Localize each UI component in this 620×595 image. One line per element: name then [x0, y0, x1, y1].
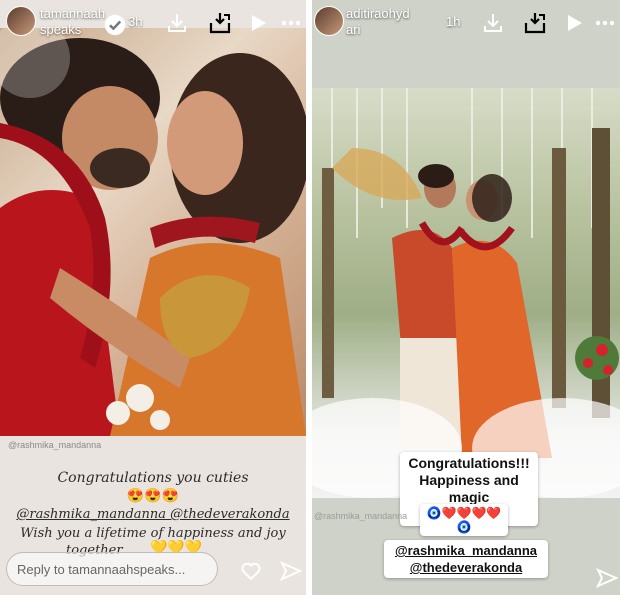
post-time: 3h: [128, 14, 143, 29]
username-line2[interactable]: ari: [346, 22, 360, 37]
story-header-left: tamannaah speaks 3h: [0, 0, 306, 44]
story-header-right: aditiraohyd ari 1h: [312, 0, 620, 44]
caption-line1: Congratulations you cuties: [57, 470, 249, 486]
sticker-line1: Congratulations!!!: [408, 455, 530, 471]
mention-watermark[interactable]: @rashmika_mandanna: [314, 511, 407, 521]
wedding-photo-garden: [312, 88, 620, 498]
caption-line2: Wish you a lifetime of happiness and joy: [20, 526, 286, 541]
play-icon[interactable]: [247, 12, 269, 34]
send-icon[interactable]: [280, 560, 302, 582]
avatar[interactable]: [314, 6, 344, 36]
more-icon[interactable]: [280, 12, 302, 34]
username-line1[interactable]: aditiraohyd: [346, 6, 410, 21]
reply-input[interactable]: Reply to tamannaahspeaks...: [6, 552, 218, 586]
heart-icon[interactable]: [240, 560, 262, 582]
download-icon[interactable]: [482, 12, 504, 34]
story-right: aditiraohyd ari 1h Congratulations!!! Ha…: [312, 0, 620, 595]
wedding-photo-art: [312, 88, 620, 498]
post-time: 1h: [446, 14, 461, 29]
username-line1[interactable]: tamannaah: [40, 6, 105, 21]
mention-deverakonda[interactable]: @thedeverakonda: [390, 559, 542, 576]
download-icon[interactable]: [166, 12, 188, 34]
story-left: tamannaah speaks 3h @rashmika_mandanna C…: [0, 0, 306, 595]
mentions-sticker[interactable]: @rashmika_mandanna @thedeverakonda: [384, 540, 548, 578]
play-icon[interactable]: [563, 12, 585, 34]
mention-rashmika[interactable]: @rashmika_mandanna: [390, 542, 542, 559]
wedding-photo-closeup: [0, 28, 306, 436]
hearts-sticker: 🧿❤️❤️❤️❤️🧿: [420, 504, 508, 536]
username-line2[interactable]: speaks: [40, 22, 81, 37]
avatar[interactable]: [6, 6, 36, 36]
wedding-photo-art: [0, 28, 306, 436]
caption-mentions[interactable]: @rashmika_mandanna @thedeverakonda: [0, 507, 306, 522]
mention-watermark[interactable]: @rashmika_mandanna: [8, 440, 101, 450]
sticker-line2: Happiness and magic: [419, 472, 519, 505]
send-icon[interactable]: [596, 567, 618, 589]
verified-icon: [104, 14, 126, 36]
more-icon[interactable]: [594, 12, 616, 34]
save-to-device-icon[interactable]: [524, 12, 546, 34]
caption-emojis1: 😍😍😍: [126, 488, 180, 504]
save-to-device-icon[interactable]: [209, 12, 231, 34]
